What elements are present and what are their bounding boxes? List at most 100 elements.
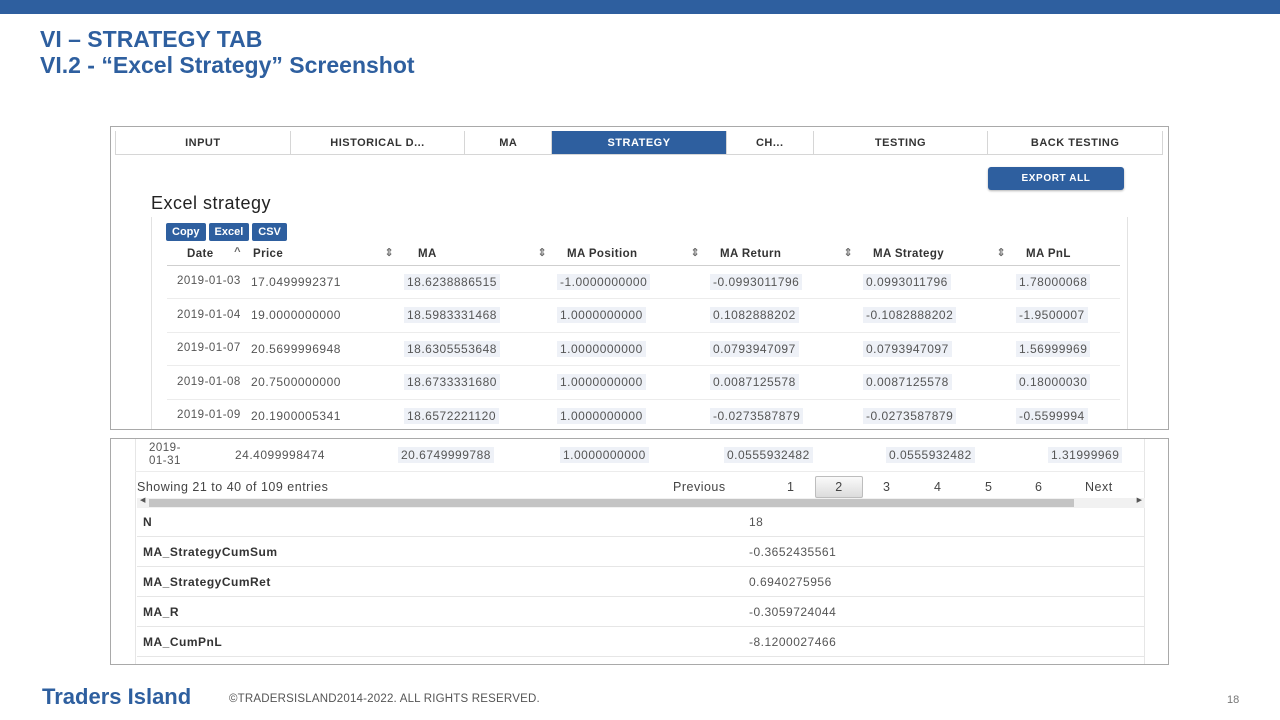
column-header-date[interactable]: Date ^ — [167, 243, 247, 266]
column-header-price[interactable]: Price ⇕ — [247, 243, 400, 266]
cell-ma: 18.5983331468 — [400, 298, 553, 333]
tab-testing[interactable]: TESTING — [814, 131, 989, 154]
cell-ma-pnl: 1.56999969 — [1012, 332, 1120, 366]
page-button-2-current[interactable]: 2 — [815, 476, 863, 498]
cell-ma-position: 1.0000000000 — [553, 365, 706, 400]
csv-button[interactable]: CSV — [252, 223, 287, 241]
sort-icon: ⇕ — [996, 247, 1006, 259]
scrollbar-thumb[interactable] — [149, 499, 1074, 507]
cell-date: 2019-01-04 — [167, 298, 247, 333]
page-button-5[interactable]: 5 — [985, 480, 992, 494]
cell-ma-strategy: 0.0087125578 — [859, 365, 1012, 400]
sort-icon: ⇕ — [690, 247, 700, 259]
entries-info: Showing 21 to 40 of 109 entries — [137, 480, 329, 494]
cell-ma-pnl: 1.78000068 — [1012, 265, 1120, 299]
tab-ma[interactable]: MA — [465, 131, 553, 154]
table-row: 2019-01-08 20.7500000000 18.6733331680 1… — [167, 365, 1120, 400]
sort-icon: ⇕ — [843, 247, 853, 259]
copy-button[interactable]: Copy — [166, 223, 206, 241]
cell-ma-pnl: -0.5599994 — [1012, 399, 1120, 429]
footer-copyright: ©TRADERSISLAND2014-2022. ALL RIGHTS RESE… — [229, 693, 540, 705]
cell-ma-strategy: -0.0273587879 — [859, 399, 1012, 429]
table-row: 2019-01-07 20.5699996948 18.6305553648 1… — [167, 332, 1120, 366]
cell-date: 2019-01-09 — [167, 399, 247, 429]
stat-value: 18 — [749, 515, 764, 529]
tab-charts[interactable]: CH... — [727, 131, 814, 154]
stat-key: MA_R — [143, 605, 180, 619]
stat-value: -0.3652435561 — [749, 545, 837, 559]
stat-row-strategy-cumsum: MA_StrategyCumSum -0.3652435561 — [137, 537, 1145, 567]
table-row: 2019-01-09 20.1900005341 18.6572221120 1… — [167, 399, 1120, 429]
excel-button[interactable]: Excel — [208, 223, 250, 241]
cell-ma-position: 1.0000000000 — [553, 298, 706, 333]
tab-strategy[interactable]: STRATEGY — [552, 131, 727, 154]
export-all-button[interactable]: EXPORT ALL — [988, 167, 1124, 190]
cell-ma-return: 0.0793947097 — [706, 332, 859, 366]
stat-value: -8.1200027466 — [749, 635, 837, 649]
scroll-right-icon[interactable]: ▶ — [1137, 496, 1142, 504]
table-row: 2019-01-03 17.0499992371 18.6238886515 -… — [167, 265, 1120, 299]
footer-brand-logo: Traders Island — [42, 684, 192, 709]
cell-price: 20.7500000000 — [247, 365, 400, 400]
table-header-row: Date ^ Price ⇕ MA ⇕ MA Position ⇕ MA Return ⇕… — [167, 243, 1120, 266]
stat-row-ma-r: MA_R -0.3059724044 — [137, 597, 1145, 627]
cell-ma-position: 1.0000000000 — [553, 399, 706, 429]
cell-price: 19.0000000000 — [247, 298, 400, 333]
cell-ma: 18.6305553648 — [400, 332, 553, 366]
cell-price: 20.5699996948 — [247, 332, 400, 366]
slide-title-line1: VI – STRATEGY TAB — [40, 26, 263, 52]
sort-icon: ⇕ — [537, 247, 547, 259]
table-export-buttons: Copy Excel CSV — [166, 223, 287, 241]
tab-historical-data[interactable]: HISTORICAL D... — [291, 131, 466, 154]
cell-price: 20.1900005341 — [247, 399, 400, 429]
column-header-ma-position[interactable]: MA Position ⇕ — [553, 243, 706, 266]
cell-ma-position: 1.0000000000 — [560, 447, 649, 463]
column-header-ma-pnl[interactable]: MA PnL — [1012, 243, 1120, 266]
screenshot-strategy-summary: 2019-01-31 24.4099998474 20.6749999788 1… — [110, 438, 1169, 665]
scroll-left-icon[interactable]: ◀ — [140, 496, 145, 504]
cell-ma: 18.6572221120 — [400, 399, 553, 429]
column-header-ma-return[interactable]: MA Return ⇕ — [706, 243, 859, 266]
pagination-previous[interactable]: Previous — [673, 480, 726, 494]
tab-input[interactable]: INPUT — [116, 131, 291, 154]
cell-ma-return: 0.0087125578 — [706, 365, 859, 400]
cell-ma: 20.6749999788 — [398, 447, 494, 463]
section-title: Excel strategy — [151, 193, 272, 213]
cell-date: 2019-01-08 — [167, 365, 247, 400]
cell-price: 17.0499992371 — [247, 265, 400, 299]
cell-ma: 18.6238886515 — [400, 265, 553, 299]
cell-ma-pnl: 0.18000030 — [1012, 365, 1120, 400]
sort-asc-icon: ^ — [234, 246, 241, 258]
column-header-ma-strategy[interactable]: MA Strategy ⇕ — [859, 243, 1012, 266]
tab-back-testing[interactable]: BACK TESTING — [988, 131, 1162, 154]
cell-ma-position: -1.0000000000 — [553, 265, 706, 299]
column-header-ma[interactable]: MA ⇕ — [400, 243, 553, 266]
stats-table: N 18 MA_StrategyCumSum -0.3652435561 MA_… — [137, 507, 1145, 657]
sort-icon: ⇕ — [384, 247, 394, 259]
cell-ma-return: 0.1082888202 — [706, 298, 859, 333]
stat-key: MA_StrategyCumRet — [143, 575, 271, 589]
cell-ma: 18.6733331680 — [400, 365, 553, 400]
cell-date: 2019-01-07 — [167, 332, 247, 366]
page-button-4[interactable]: 4 — [934, 480, 941, 494]
page-button-6[interactable]: 6 — [1035, 480, 1042, 494]
cell-ma-strategy: 0.0555932482 — [886, 447, 975, 463]
stat-row-ma-cumpnl: MA_CumPnL -8.1200027466 — [137, 627, 1145, 657]
slide-top-bar — [0, 0, 1280, 14]
page-button-1[interactable]: 1 — [787, 480, 794, 494]
table-row: 2019-01-04 19.0000000000 18.5983331468 1… — [167, 298, 1120, 333]
slide-title: VI – STRATEGY TAB VI.2 - “Excel Strategy… — [40, 26, 415, 78]
cell-ma-strategy: -0.1082888202 — [859, 298, 1012, 333]
cell-ma-strategy: 0.0993011796 — [859, 265, 1012, 299]
cell-date: 2019-01-03 — [167, 265, 247, 299]
stat-key: MA_StrategyCumSum — [143, 545, 278, 559]
tab-bar: INPUT HISTORICAL D... MA STRATEGY CH... … — [115, 131, 1163, 155]
stat-key: N — [143, 515, 153, 529]
stat-value: -0.3059724044 — [749, 605, 837, 619]
page-button-3[interactable]: 3 — [883, 480, 890, 494]
pagination-next[interactable]: Next — [1085, 480, 1113, 494]
cell-date: 2019-01-31 — [149, 442, 181, 467]
cell-ma-position: 1.0000000000 — [553, 332, 706, 366]
cell-ma-strategy: 0.0793947097 — [859, 332, 1012, 366]
cell-ma-pnl: 1.31999969 — [1048, 447, 1123, 463]
